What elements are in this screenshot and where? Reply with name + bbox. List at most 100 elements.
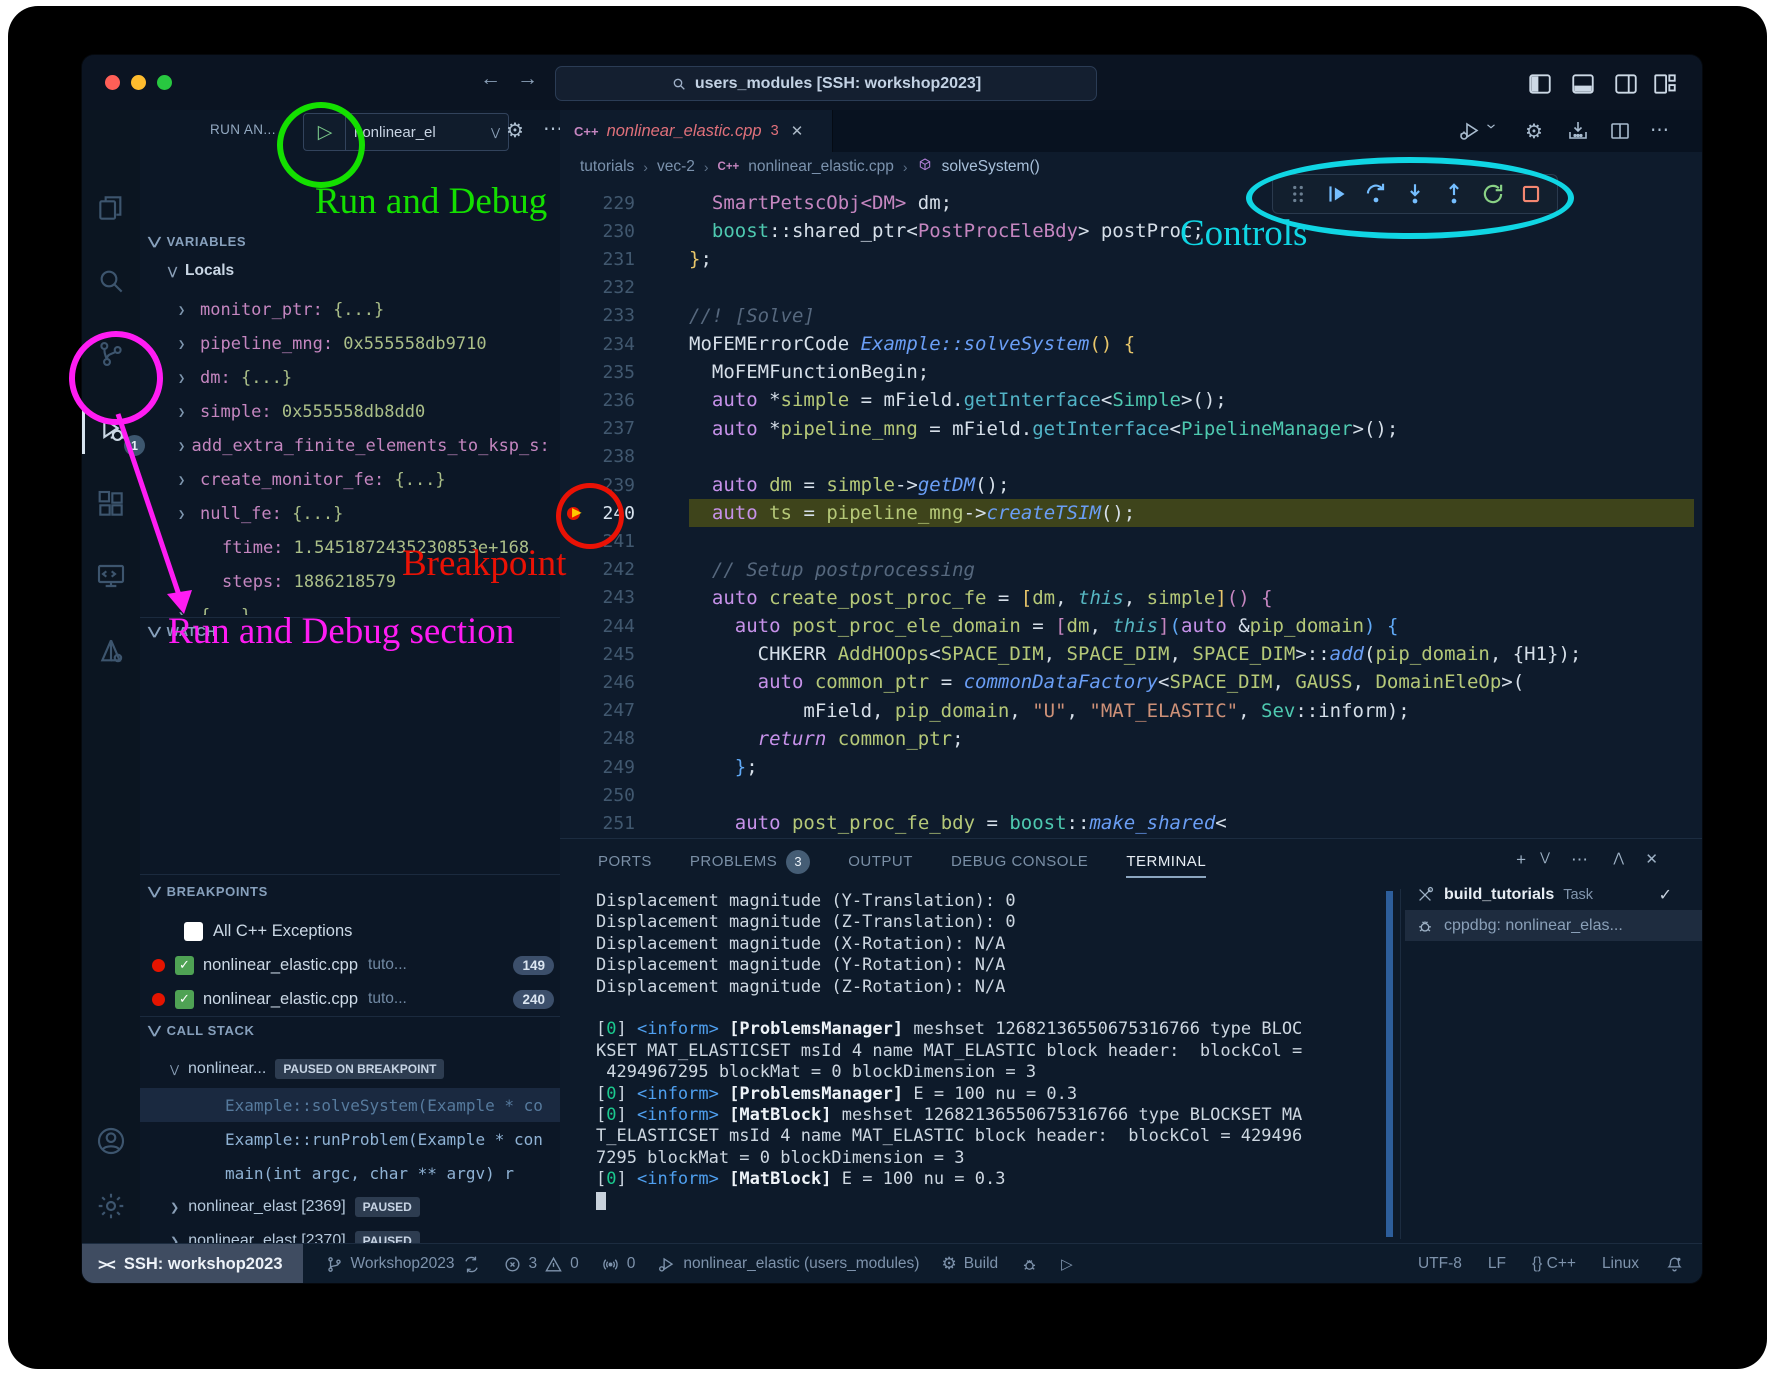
panel-tab-ports[interactable]: PORTS	[598, 839, 652, 884]
minimize-window-button[interactable]	[131, 75, 146, 90]
code-line[interactable]: 232	[560, 274, 1702, 302]
navigate-back-icon[interactable]: ←	[480, 67, 501, 91]
terminal-instance-row[interactable]: cppdbg: nonlinear_elas...	[1405, 910, 1702, 941]
code-line[interactable]: 241	[560, 527, 1702, 555]
activity-bar-cmake-icon[interactable]	[95, 635, 127, 667]
breakpoint-row[interactable]: ✓nonlinear_elastic.cpptuto...240	[140, 982, 560, 1016]
code-line[interactable]: 243 auto create_post_proc_fe = [dm, this…	[560, 584, 1702, 612]
panel-tab-problems[interactable]: PROBLEMS3	[690, 839, 810, 884]
maximize-panel-icon[interactable]: ⋀	[1613, 850, 1624, 866]
variables-section-header[interactable]: ⋁ VARIABLES	[150, 234, 246, 249]
variable-row[interactable]: ❯pipeline_mng: 0x555558db9710	[140, 327, 560, 361]
code-line[interactable]: 236 auto *simple = mField.getInterface<S…	[560, 386, 1702, 414]
editor-more-actions-icon[interactable]: ⋯	[1650, 119, 1674, 143]
activity-bar-extensions-icon[interactable]	[95, 488, 127, 520]
breakpoint-row[interactable]: ✓nonlinear_elastic.cpptuto...149	[140, 948, 560, 982]
code-line[interactable]: 251 auto post_proc_fe_bdy = boost::make_…	[560, 809, 1702, 837]
panel-more-actions-icon[interactable]: ⋯	[1571, 850, 1588, 870]
call-stack-frame[interactable]: Example::runProblem(Example * con	[140, 1122, 560, 1156]
call-stack-frame[interactable]: Example::solveSystem(Example * co	[140, 1088, 560, 1122]
code-line[interactable]: 235 MoFEMFunctionBegin;	[560, 358, 1702, 386]
breadcrumb-item[interactable]: nonlinear_elastic.cpp	[748, 158, 894, 176]
maximize-window-button[interactable]	[157, 75, 172, 90]
debug-step-out-icon[interactable]	[1441, 181, 1467, 207]
all-cpp-exceptions-row[interactable]: All C++ Exceptions	[140, 914, 560, 948]
code-line[interactable]: 230 boost::shared_ptr<PostProcEleBdy> po…	[560, 217, 1702, 245]
code-line[interactable]: 248 return common_ptr;	[560, 725, 1702, 753]
activity-bar-run-and-debug-icon[interactable]	[95, 413, 127, 445]
activity-bar-explorer-icon[interactable]	[95, 192, 127, 224]
variable-row[interactable]: ❯simple: 0x555558db8dd0	[140, 395, 560, 429]
toggle-panel-icon[interactable]	[1570, 71, 1596, 93]
code-line[interactable]: 244 auto post_proc_ele_domain = [dm, thi…	[560, 612, 1702, 640]
code-line[interactable]: 245 CHKERR AddHOOps<SPACE_DIM, SPACE_DIM…	[560, 640, 1702, 668]
current-breakpoint-icon[interactable]: ▶	[560, 499, 594, 527]
code-line[interactable]: 234MoFEMErrorCode Example::solveSystem()…	[560, 330, 1702, 358]
code-line[interactable]: 233//! [Solve]	[560, 302, 1702, 330]
customize-layout-icon[interactable]	[1652, 71, 1678, 93]
panel-tab-terminal[interactable]: TERMINAL	[1126, 839, 1206, 884]
call-stack-frame[interactable]: main(int argc, char ** argv) r	[140, 1156, 560, 1190]
code-editor[interactable]: 229 SmartPetscObj<DM> dm;230 boost::shar…	[560, 182, 1702, 838]
ports-status-item[interactable]: 0	[601, 1255, 636, 1274]
breakpoints-section-header[interactable]: ⋁ BREAKPOINTS	[150, 884, 268, 899]
code-line[interactable]: 237 auto *pipeline_mng = mField.getInter…	[560, 415, 1702, 443]
code-line[interactable]: 249 };	[560, 753, 1702, 781]
breadcrumb-item[interactable]: vec-2	[657, 158, 695, 176]
exception-checkbox[interactable]	[184, 922, 203, 941]
activity-bar-source-control-icon[interactable]	[95, 338, 127, 370]
code-line[interactable]: 250	[560, 781, 1702, 809]
new-terminal-icon[interactable]: +	[1516, 850, 1526, 870]
eol-status-item[interactable]: LF	[1488, 1255, 1506, 1273]
build-status-item[interactable]: ⚙ Build	[941, 1254, 998, 1274]
problems-status-item[interactable]: 3 0	[503, 1255, 579, 1274]
remote-indicator[interactable]: >< SSH: workshop2023	[82, 1244, 303, 1283]
variable-row[interactable]: ❯add_extra_finite_elements_to_ksp_s:	[140, 429, 560, 463]
code-line[interactable]: 247 mField, pip_domain, "U", "MAT_ELASTI…	[560, 697, 1702, 725]
debug-session-row[interactable]: ⋁ nonlinear... PAUSED ON BREAKPOINT	[140, 1052, 590, 1086]
run-tasks-icon[interactable]	[1566, 119, 1590, 143]
debug-run-editor-icon[interactable]	[1458, 119, 1482, 143]
variable-row[interactable]: ❯dm: {...}	[140, 361, 560, 395]
launch-status-item[interactable]: ▷	[1061, 1255, 1073, 1273]
close-tab-icon[interactable]: ✕	[791, 122, 804, 140]
breadcrumb-item[interactable]: tutorials	[580, 158, 634, 176]
code-line[interactable]: ▶240 auto ts = pipeline_mng->createTSIM(…	[560, 499, 1702, 527]
locals-scope-row[interactable]: ⋁ Locals	[168, 262, 234, 280]
terminal-output[interactable]: Displacement magnitude (Y-Translation): …	[596, 891, 1376, 1212]
call-stack-thread[interactable]: ❯nonlinear_elast [2369]PAUSED	[140, 1190, 560, 1224]
variable-row[interactable]: ❯create_monitor_fe: {...}	[140, 463, 560, 497]
code-line[interactable]: 231};	[560, 245, 1702, 273]
debug-step-over-icon[interactable]	[1363, 181, 1389, 207]
bell-icon[interactable]	[1665, 1255, 1684, 1274]
editor-settings-gear-icon[interactable]: ⚙	[1522, 119, 1546, 143]
call-stack-section-header[interactable]: ⋁ CALL STACK	[150, 1023, 254, 1038]
toggle-sidebar-left-icon[interactable]	[1527, 71, 1553, 93]
bug-status-item[interactable]	[1020, 1255, 1039, 1274]
debug-step-into-icon[interactable]	[1402, 181, 1428, 207]
code-line[interactable]: 242 // Setup postprocessing	[560, 556, 1702, 584]
activity-bar-account-icon[interactable]	[95, 1125, 127, 1157]
code-line[interactable]: 239 auto dm = simple->getDM();	[560, 471, 1702, 499]
navigate-forward-icon[interactable]: →	[517, 67, 538, 91]
launch-config-select[interactable]: nonlinear_el ⋁	[345, 113, 509, 151]
debug-target-status-item[interactable]: nonlinear_elastic (users_modules)	[657, 1255, 919, 1274]
close-window-button[interactable]	[105, 75, 120, 90]
activity-bar-search-icon[interactable]	[95, 265, 127, 297]
panel-tab-output[interactable]: OUTPUT	[848, 839, 913, 884]
terminal-scrollbar[interactable]	[1386, 891, 1393, 1237]
encoding-status-item[interactable]: UTF-8	[1418, 1255, 1462, 1273]
chevron-down-icon[interactable]	[1484, 119, 1498, 143]
code-line[interactable]: 238	[560, 443, 1702, 471]
variable-row[interactable]: ❯null_fe: {...}	[140, 497, 560, 531]
variable-row[interactable]: steps: 1886218579	[140, 565, 560, 599]
panel-tab-debug-console[interactable]: DEBUG CONSOLE	[951, 839, 1088, 884]
debug-stop-icon[interactable]	[1518, 181, 1544, 207]
activity-bar-remote-explorer-icon[interactable]	[95, 560, 127, 592]
os-status-item[interactable]: Linux	[1602, 1255, 1639, 1273]
terminal-instance-row[interactable]: build_tutorialsTask✓	[1405, 879, 1702, 910]
activity-bar-settings-icon[interactable]	[95, 1190, 127, 1222]
debug-continue-icon[interactable]	[1324, 181, 1350, 207]
language-status-item[interactable]: {} C++	[1532, 1255, 1576, 1273]
watch-section-header[interactable]: ⋁ WATCH	[150, 624, 216, 639]
